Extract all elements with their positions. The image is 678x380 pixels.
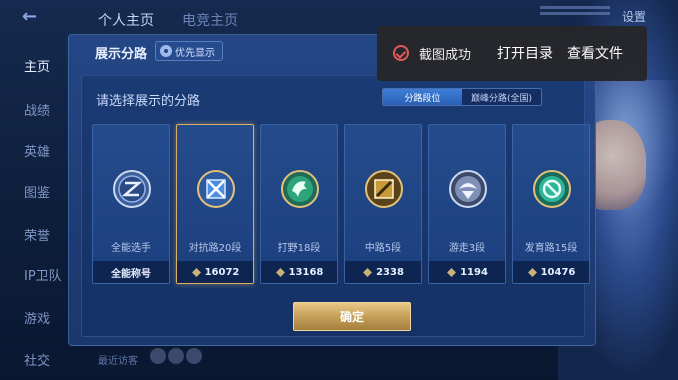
points-icon [275,267,286,278]
lane-name: 中路5段 [364,243,402,254]
avatar[interactable] [150,348,166,364]
lane-card-all-round[interactable]: 全能选手 全能称号 [92,124,170,284]
points-icon [191,267,202,278]
lane-score: 13168 [288,266,324,278]
sidebar-item-records[interactable]: 战绩 [24,100,50,119]
sidebar-item-honors[interactable]: 荣誉 [24,225,50,244]
farm-lane-emblem-icon [533,170,571,208]
card-footer: 2338 [345,261,421,283]
roam-emblem-icon [449,170,487,208]
sidebar-item-heroes[interactable]: 英雄 [24,141,50,160]
screenshot-toast: 截图成功 打开目录 查看文件 [377,26,647,81]
card-footer: 1194 [429,261,505,283]
sidebar-item-games[interactable]: 游戏 [24,308,50,327]
avatar[interactable] [186,348,202,364]
gear-icon [160,45,172,57]
lane-cards: 全能选手 全能称号 对抗路20段 16072 打野18段 13168 中路5段 … [90,124,590,286]
priority-display-label: 优先显示 [175,47,215,59]
settings-button[interactable]: 设置 [622,8,646,25]
card-footer: 全能称号 [93,261,169,283]
lane-card-farm[interactable]: 发育路15段 10476 [512,124,590,284]
lane-name: 打野18段 [277,243,321,254]
segment-peak-lane[interactable]: 巅峰分路(全国) [462,89,541,105]
sidebar-item-ip-guard[interactable]: IP卫队 [24,265,62,284]
visitor-avatars[interactable] [150,348,210,366]
top-status-indicators [540,6,610,26]
toast-message: 截图成功 [419,48,472,63]
check-circle-icon [393,45,409,61]
points-icon [527,267,538,278]
card-footer: 13168 [261,261,337,283]
clash-lane-emblem-icon [197,170,235,208]
card-footer: 16072 [177,261,253,283]
lane-name: 游走3段 [448,243,486,254]
selection-prompt: 请选择展示的分路 [96,94,201,109]
lane-card-mid[interactable]: 中路5段 2338 [344,124,422,284]
sidebar-item-collection[interactable]: 图鉴 [24,182,50,201]
lane-score: 2338 [376,266,404,278]
mid-lane-emblem-icon [365,170,403,208]
segment-lane-rank[interactable]: 分路段位 [383,89,462,105]
sidebar-item-social[interactable]: 社交 [24,350,50,369]
lane-name: 对抗路20段 [188,243,242,254]
all-round-emblem-icon [113,170,151,208]
tab-personal-home[interactable]: 个人主页 [98,10,154,30]
lane-card-clash[interactable]: 对抗路20段 16072 [176,124,254,284]
jungle-emblem-icon [281,170,319,208]
points-icon [446,267,457,278]
sidebar-item-home[interactable]: 主页 [24,56,50,75]
lane-selection-area: 请选择展示的分路 分路段位 巅峰分路(全国) 全能选手 全能称号 对抗路20段 … [81,75,590,337]
avatar[interactable] [168,348,184,364]
confirm-button[interactable]: 确定 [293,302,411,331]
lane-score: 10476 [540,266,576,278]
title-name: 全能称号 [111,268,151,280]
segment-toggle: 分路段位 巅峰分路(全国) [382,88,542,106]
lane-score: 16072 [204,266,240,278]
lane-name: 发育路15段 [524,243,578,254]
dialog-title: 展示分路 [95,47,148,62]
open-directory-link[interactable]: 打开目录 [497,43,553,63]
lane-score: 1194 [460,266,488,278]
lane-card-jungle[interactable]: 打野18段 13168 [260,124,338,284]
priority-display-button[interactable]: 优先显示 [155,41,223,61]
view-file-link[interactable]: 查看文件 [567,43,623,63]
back-arrow-icon[interactable]: ← [22,8,56,26]
points-icon [362,267,373,278]
tab-esports-home[interactable]: 电竞主页 [182,10,238,30]
lane-card-roam[interactable]: 游走3段 1194 [428,124,506,284]
card-footer: 10476 [513,261,589,283]
lane-name: 全能选手 [111,243,151,254]
recent-visitors-label: 最近访客 [98,356,138,367]
